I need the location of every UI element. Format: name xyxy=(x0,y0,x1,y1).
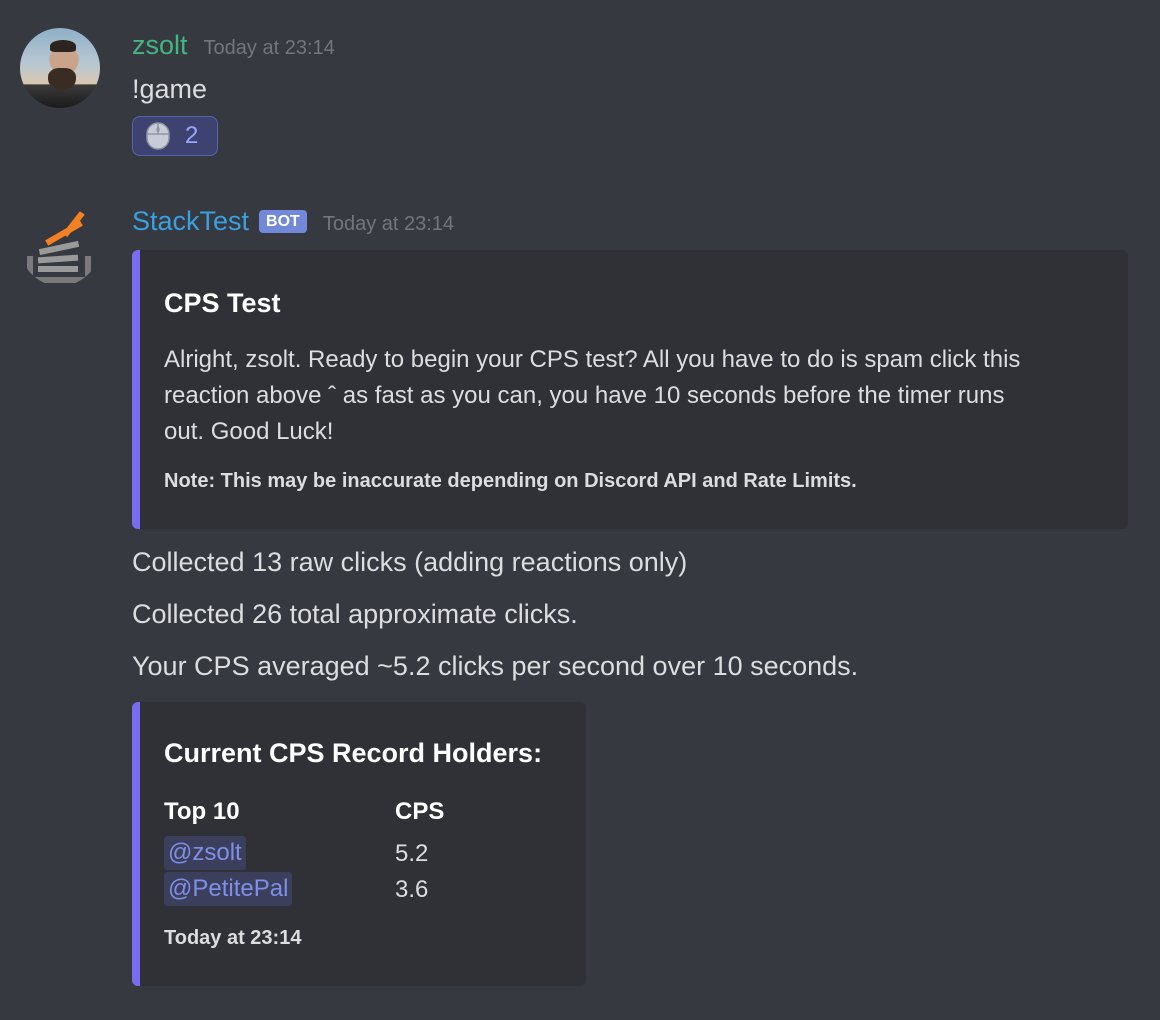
result-line-raw-clicks: Collected 13 raw clicks (adding reaction… xyxy=(132,547,688,577)
embed-description-line: out. Good Luck! xyxy=(164,418,334,445)
message-header: StackTest BOT Today at 23:14 xyxy=(132,206,454,237)
cps-test-embed: CPS Test Alright, zsolt. Ready to begin … xyxy=(132,250,1128,529)
result-line-cps-average: Your CPS averaged ~5.2 clicks per second… xyxy=(132,651,859,681)
user-mention[interactable]: @PetitePal xyxy=(164,872,293,906)
message-header: zsolt Today at 23:14 xyxy=(132,30,335,61)
embed-description-line: reaction above ˆ as fast as you can, you… xyxy=(164,382,1005,409)
message-timestamp: Today at 23:14 xyxy=(203,37,335,59)
avatar-beard xyxy=(48,68,76,90)
message-content: !game xyxy=(132,74,208,104)
bot-avatar[interactable] xyxy=(20,206,100,286)
reaction-count: 2 xyxy=(185,122,199,149)
field-header-cps: CPS xyxy=(395,798,445,825)
cps-value: 5.2 xyxy=(395,840,429,867)
field-header-top10: Top 10 xyxy=(164,798,240,825)
user-avatar[interactable] xyxy=(20,28,100,108)
username[interactable]: zsolt xyxy=(132,30,188,61)
embed-note: Note: This may be inaccurate depending o… xyxy=(164,470,857,492)
stack-logo-icon xyxy=(27,206,91,283)
embed-description-line: Alright, zsolt. Ready to begin your CPS … xyxy=(164,346,1021,373)
embed-title: CPS Test xyxy=(164,288,281,318)
user-mention[interactable]: @zsolt xyxy=(164,836,246,870)
embed-description: Alright, zsolt. Ready to begin your CPS … xyxy=(164,342,1020,450)
mouse-icon xyxy=(146,122,170,150)
records-title: Current CPS Record Holders: xyxy=(164,738,543,768)
avatar-hair xyxy=(50,40,76,52)
embed-footer-timestamp: Today at 23:14 xyxy=(164,927,302,949)
message-timestamp: Today at 23:14 xyxy=(322,213,455,235)
reaction-button[interactable]: 2 xyxy=(132,116,218,156)
cps-value: 3.6 xyxy=(395,876,429,903)
records-embed: Current CPS Record Holders: Top 10 CPS @… xyxy=(132,702,586,986)
result-line-total-clicks: Collected 26 total approximate clicks. xyxy=(132,599,578,629)
bot-username[interactable]: StackTest xyxy=(132,206,249,237)
bot-badge: BOT xyxy=(259,210,307,233)
